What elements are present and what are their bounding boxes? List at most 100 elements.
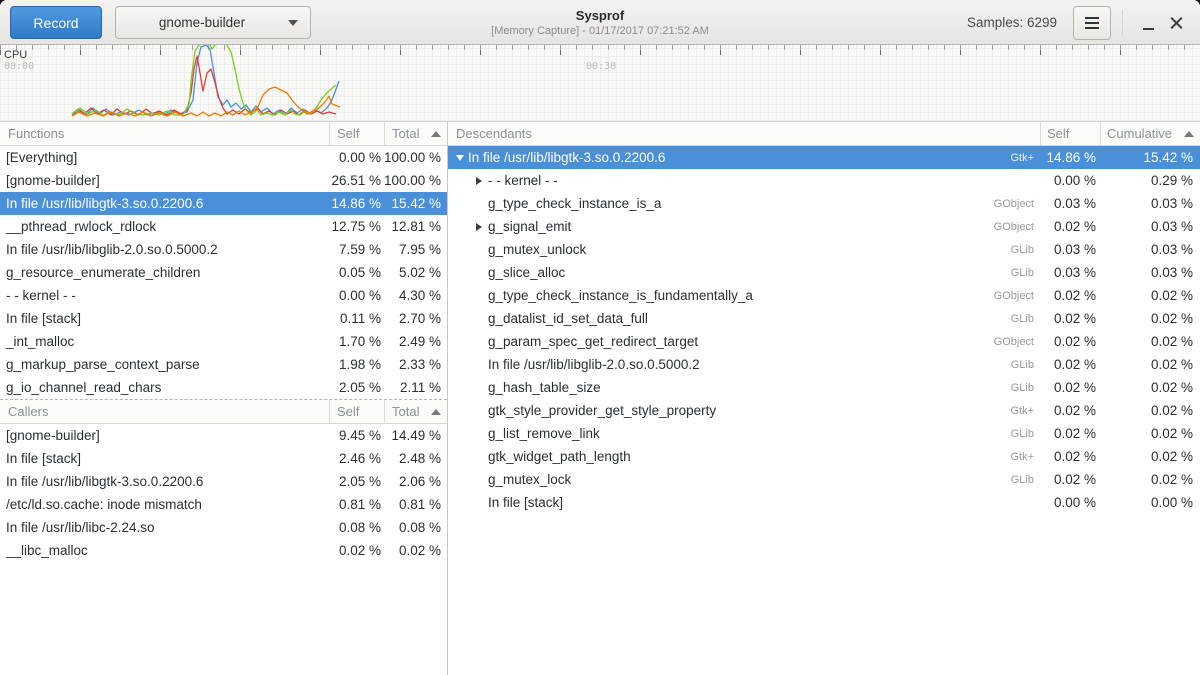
left-pane: Functions Self Total [Everything]0.00 %1… xyxy=(0,122,448,675)
total-percent: 0.81 % xyxy=(384,497,447,512)
function-name: In file /usr/lib/libgtk-3.so.0.2200.6 xyxy=(468,150,665,165)
tree-row[interactable]: g_type_check_instance_is_aGObject0.03 %0… xyxy=(448,192,1200,215)
cpu-graph[interactable]: CPU 00:00 00:30 xyxy=(0,45,1200,122)
table-row[interactable]: In file [stack]0.11 %2.70 % xyxy=(0,307,447,330)
table-row[interactable]: [gnome-builder]9.45 %14.49 % xyxy=(0,424,447,447)
column-header-callers[interactable]: Callers xyxy=(0,400,329,423)
column-header-cumulative[interactable]: Cumulative xyxy=(1100,122,1200,145)
functions-section: Functions Self Total [Everything]0.00 %1… xyxy=(0,122,447,399)
column-header-self[interactable]: Self xyxy=(329,400,384,423)
column-header-self[interactable]: Self xyxy=(1040,122,1100,145)
table-row[interactable]: g_resource_enumerate_children0.05 %5.02 … xyxy=(0,261,447,284)
table-row[interactable]: In file /usr/lib/libc-2.24.so0.08 %0.08 … xyxy=(0,516,447,539)
tree-row[interactable]: In file /usr/lib/libgtk-3.so.0.2200.6Gtk… xyxy=(448,146,1200,169)
table-row[interactable]: _int_malloc1.70 %2.49 % xyxy=(0,330,447,353)
self-percent: 0.02 % xyxy=(1040,380,1100,395)
sort-ascending-icon xyxy=(431,409,441,415)
column-header-total[interactable]: Total xyxy=(384,122,447,145)
tree-row[interactable]: gtk_style_provider_get_style_propertyGtk… xyxy=(448,399,1200,422)
function-name-cell: g_mutex_unlock GLib xyxy=(448,242,1040,257)
library-tag: GLib xyxy=(1011,267,1040,279)
headerbar-right: Samples: 6299 xyxy=(967,0,1190,45)
minimize-icon xyxy=(1143,28,1154,30)
total-percent: 2.70 % xyxy=(384,311,447,326)
self-percent: 0.02 % xyxy=(1040,403,1100,418)
table-row[interactable]: __pthread_rwlock_rdlock12.75 %12.81 % xyxy=(0,215,447,238)
function-name-cell: gtk_style_provider_get_style_propertyGtk… xyxy=(448,403,1040,418)
total-percent: 4.30 % xyxy=(384,288,447,303)
cumulative-percent: 0.02 % xyxy=(1100,380,1200,395)
tree-row[interactable]: gtk_widget_path_lengthGtk+0.02 %0.02 % xyxy=(448,445,1200,468)
tree-row[interactable]: g_list_remove_linkGLib0.02 %0.02 % xyxy=(448,422,1200,445)
function-name: __pthread_rwlock_rdlock xyxy=(0,219,329,234)
table-row[interactable]: [gnome-builder]26.51 %100.00 % xyxy=(0,169,447,192)
self-percent: 0.03 % xyxy=(1040,196,1100,211)
column-header-descendants[interactable]: Descendants xyxy=(448,122,1040,145)
cumulative-percent: 0.02 % xyxy=(1100,288,1200,303)
table-row[interactable]: g_io_channel_read_chars2.05 %2.11 % xyxy=(0,376,447,399)
expander-icon[interactable] xyxy=(456,155,468,161)
library-tag: GLib xyxy=(1011,428,1040,440)
close-button[interactable] xyxy=(1162,6,1190,40)
table-row[interactable]: - - kernel - -0.00 %4.30 % xyxy=(0,284,447,307)
expander-icon[interactable] xyxy=(476,177,488,185)
total-percent: 5.02 % xyxy=(384,265,447,280)
samples-count: Samples: 6299 xyxy=(967,15,1057,30)
table-row[interactable]: In file [stack]2.46 %2.48 % xyxy=(0,447,447,470)
tree-row[interactable]: In file /usr/lib/libglib-2.0.so.0.5000.2… xyxy=(448,353,1200,376)
tree-row[interactable]: In file [stack]0.00 %0.00 % xyxy=(448,491,1200,514)
self-percent: 2.05 % xyxy=(329,474,384,489)
triangle-down-icon xyxy=(456,155,464,161)
function-name: g_mutex_lock xyxy=(488,472,571,487)
cumulative-percent: 0.02 % xyxy=(1100,403,1200,418)
table-row[interactable]: In file /usr/lib/libglib-2.0.so.0.5000.2… xyxy=(0,238,447,261)
function-name: g_resource_enumerate_children xyxy=(0,265,329,280)
table-row[interactable]: In file /usr/lib/libgtk-3.so.0.2200.62.0… xyxy=(0,470,447,493)
tree-row[interactable]: g_param_spec_get_redirect_targetGObject0… xyxy=(448,330,1200,353)
tree-row[interactable]: g_hash_table_sizeGLib0.02 %0.02 % xyxy=(448,376,1200,399)
function-name: In file [stack] xyxy=(0,451,329,466)
tree-row[interactable]: g_signal_emitGObject0.02 %0.03 % xyxy=(448,215,1200,238)
tree-row[interactable]: g_slice_allocGLib0.03 %0.03 % xyxy=(448,261,1200,284)
column-header-functions[interactable]: Functions xyxy=(0,122,329,145)
function-name-cell: In file /usr/lib/libglib-2.0.so.0.5000.2… xyxy=(448,357,1040,372)
library-tag: GLib xyxy=(1011,244,1040,256)
function-name: g_slice_alloc xyxy=(488,265,565,280)
cumulative-percent: 0.02 % xyxy=(1100,357,1200,372)
self-percent: 0.02 % xyxy=(1040,219,1100,234)
function-name: _int_malloc xyxy=(0,334,329,349)
hamburger-icon xyxy=(1085,17,1099,19)
function-name: /etc/ld.so.cache: inode mismatch xyxy=(0,497,329,512)
table-row[interactable]: [Everything]0.00 %100.00 % xyxy=(0,146,447,169)
table-row[interactable]: g_markup_parse_context_parse1.98 %2.33 % xyxy=(0,353,447,376)
chevron-down-icon xyxy=(288,20,298,26)
column-header-total[interactable]: Total xyxy=(384,400,447,423)
tree-row[interactable]: g_datalist_id_set_data_fullGLib0.02 %0.0… xyxy=(448,307,1200,330)
tree-row[interactable]: - - kernel - -0.00 %0.29 % xyxy=(448,169,1200,192)
record-button[interactable]: Record xyxy=(10,6,102,39)
self-percent: 0.11 % xyxy=(329,311,384,326)
expander-icon[interactable] xyxy=(476,223,488,231)
minimize-button[interactable] xyxy=(1134,6,1162,40)
function-name-cell: g_mutex_lockGLib xyxy=(448,472,1040,487)
self-percent: 12.75 % xyxy=(329,219,384,234)
tree-row[interactable]: g_type_check_instance_is_fundamentally_a… xyxy=(448,284,1200,307)
total-percent: 100.00 % xyxy=(384,173,447,188)
menu-button[interactable] xyxy=(1073,6,1111,40)
column-header-self[interactable]: Self xyxy=(329,122,384,145)
main-panes: Functions Self Total [Everything]0.00 %1… xyxy=(0,122,1200,675)
self-percent: 0.00 % xyxy=(1040,495,1100,510)
close-icon xyxy=(1170,16,1183,29)
process-selector-dropdown[interactable]: gnome-builder xyxy=(115,6,311,39)
tree-row[interactable]: g_mutex_lockGLib0.02 %0.02 % xyxy=(448,468,1200,491)
tree-row[interactable]: g_mutex_unlockGLib0.03 %0.03 % xyxy=(448,238,1200,261)
function-name-cell: g_signal_emitGObject xyxy=(448,219,1040,234)
cumulative-percent: 0.03 % xyxy=(1100,196,1200,211)
table-row[interactable]: In file /usr/lib/libgtk-3.so.0.2200.614.… xyxy=(0,192,447,215)
function-name-cell: - - kernel - - xyxy=(448,173,1040,188)
table-row[interactable]: /etc/ld.so.cache: inode mismatch0.81 %0.… xyxy=(0,493,447,516)
library-tag: GLib xyxy=(1011,382,1040,394)
function-name: g_mutex_unlock xyxy=(488,242,586,257)
self-percent: 26.51 % xyxy=(329,173,384,188)
table-row[interactable]: __libc_malloc0.02 %0.02 % xyxy=(0,539,447,562)
